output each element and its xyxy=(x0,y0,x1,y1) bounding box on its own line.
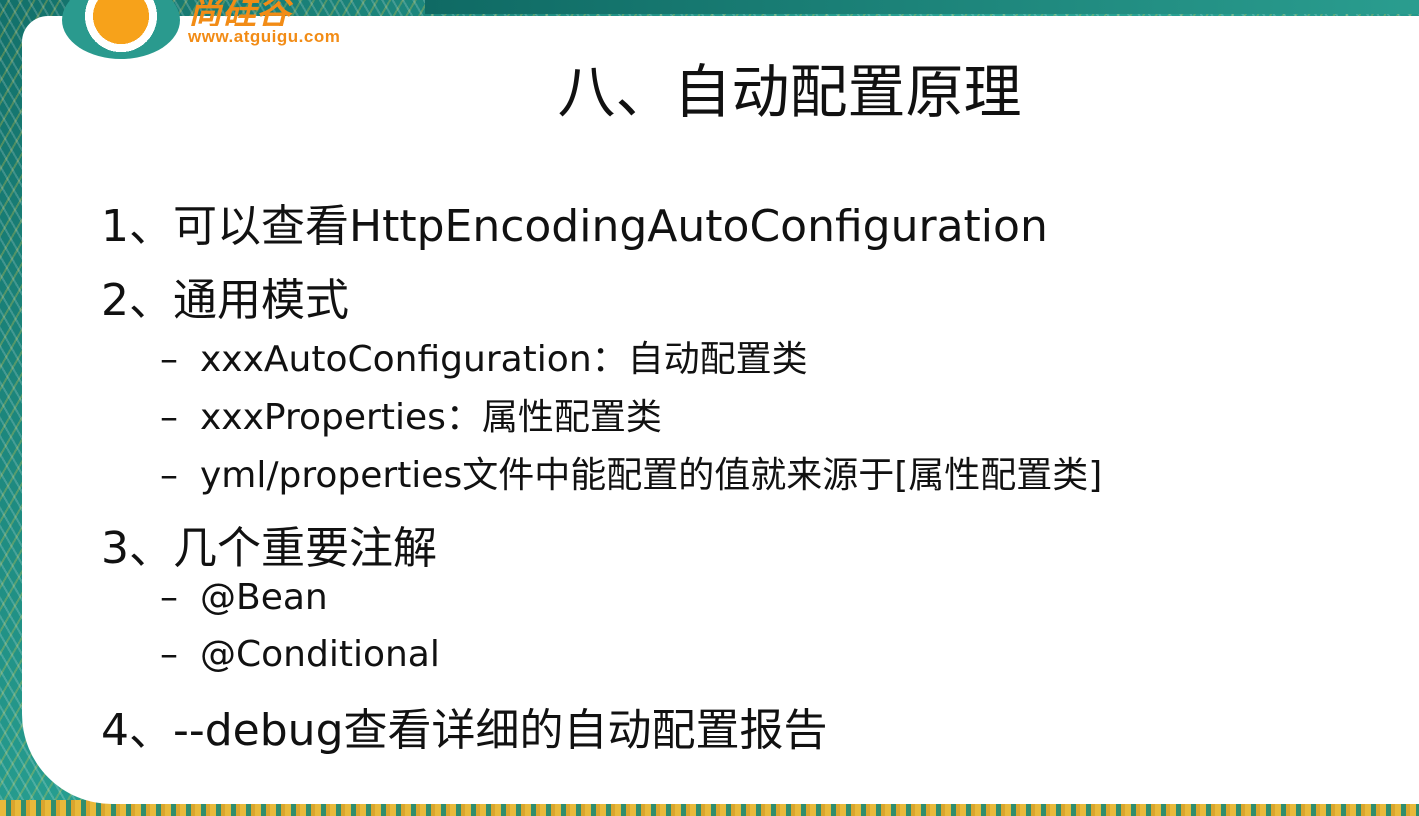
logo-emblem-icon xyxy=(62,0,180,59)
logo-text: 尚硅谷 www.atguigu.com xyxy=(188,0,340,45)
sub-item-text: @Conditional xyxy=(200,634,440,675)
sub-item-text: @Bean xyxy=(200,577,328,618)
dash-marker: – xyxy=(160,339,178,380)
slide-title: 八、自动配置原理 xyxy=(557,58,1022,126)
logo-brand: 尚硅谷 xyxy=(188,0,290,26)
sub-item: – xxxAutoConfiguration：自动配置类 xyxy=(160,330,808,382)
dash-marker: – xyxy=(160,455,178,496)
dash-marker: – xyxy=(160,577,178,618)
list-item-1: 1、可以查看HttpEncodingAutoConfiguration xyxy=(101,201,1048,252)
sub-item: – @Conditional xyxy=(160,634,440,675)
sub-item-text: xxxAutoConfiguration：自动配置类 xyxy=(200,339,808,380)
list-item-4: 4、--debug查看详细的自动配置报告 xyxy=(101,705,828,756)
dash-marker: – xyxy=(160,397,178,438)
list-item-3: 3、几个重要注解 xyxy=(101,523,437,574)
atguigu-logo: 尚硅谷 www.atguigu.com xyxy=(62,0,442,59)
sub-item-text: xxxProperties：属性配置类 xyxy=(200,397,662,438)
sub-item: – @Bean xyxy=(160,577,328,618)
sub-item: – yml/properties文件中能配置的值就来源于[属性配置类] xyxy=(160,446,1102,498)
sub-item: – xxxProperties：属性配置类 xyxy=(160,388,662,440)
top-decorative-band xyxy=(425,0,1419,14)
logo-url: www.atguigu.com xyxy=(188,26,341,46)
list-item-2: 2、通用模式 xyxy=(101,275,349,326)
dash-marker: – xyxy=(160,634,178,675)
sub-item-text: yml/properties文件中能配置的值就来源于[属性配置类] xyxy=(200,455,1103,496)
